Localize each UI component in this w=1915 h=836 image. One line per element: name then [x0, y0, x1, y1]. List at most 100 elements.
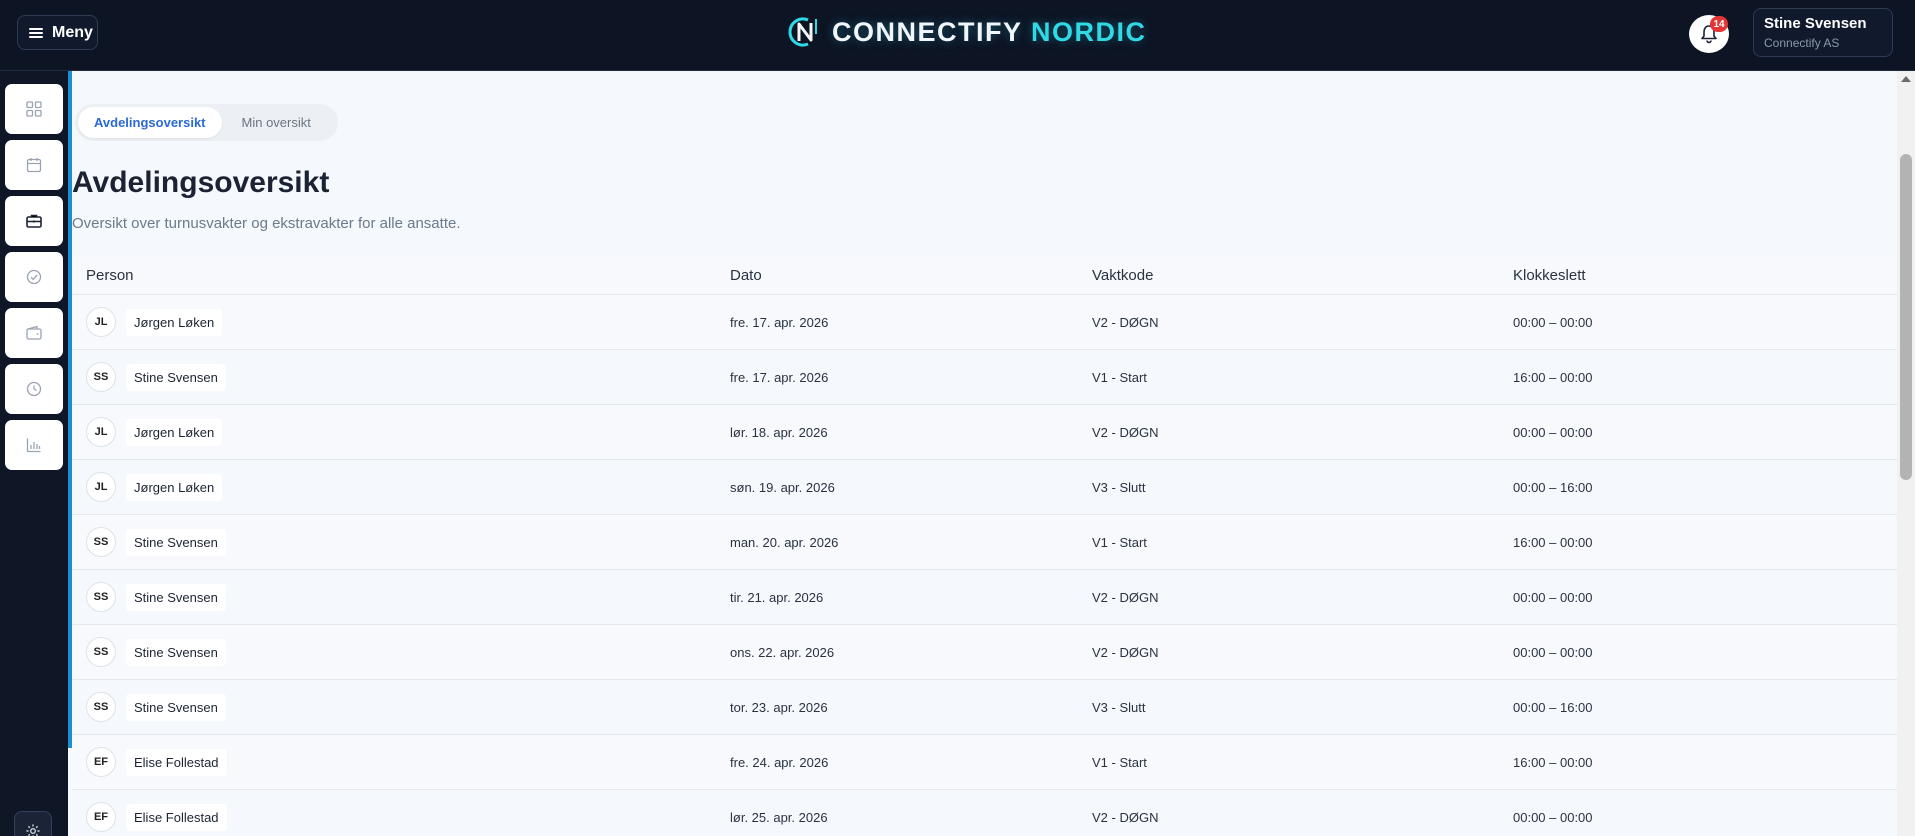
- shift-code-cell: V2 - DØGN: [1092, 589, 1159, 605]
- time-cell: 00:00 – 16:00: [1513, 699, 1593, 715]
- shift-code-cell: V3 - Slutt: [1092, 699, 1146, 715]
- shift-table: Person Dato Vaktkode Klokkeslett JL Jørge…: [72, 256, 1897, 836]
- date-cell: søn. 19. apr. 2026: [730, 479, 835, 495]
- date-cell: ons. 22. apr. 2026: [730, 644, 835, 660]
- avatar: JL: [86, 472, 116, 502]
- person-name[interactable]: Elise Follestad: [126, 748, 227, 776]
- header-date[interactable]: Dato: [730, 267, 1092, 284]
- menu-label: Meny: [52, 23, 93, 41]
- shift-code-cell: V2 - DØGN: [1092, 314, 1159, 330]
- top-bar: Meny CONNECTIFY NORDIC 14 Stine Svensen …: [0, 0, 1915, 71]
- sidebar-item-tasks[interactable]: [5, 252, 63, 302]
- time-cell: 00:00 – 00:00: [1513, 809, 1593, 825]
- person-cell: JL Jørgen Løken: [72, 307, 730, 337]
- bar-chart-icon: [26, 438, 41, 453]
- gear-icon: [26, 824, 40, 836]
- person-cell: EF Elise Follestad: [72, 747, 730, 777]
- table-row[interactable]: EF Elise Follestad fre. 24. apr. 2026 V1 - …: [72, 735, 1897, 790]
- avatar: SS: [86, 527, 116, 557]
- tab-my-overview[interactable]: Min oversikt: [226, 107, 327, 138]
- time-cell: 16:00 – 00:00: [1513, 534, 1593, 550]
- date-cell: fre. 24. apr. 2026: [730, 754, 829, 770]
- briefcase-icon: [26, 214, 42, 228]
- person-name[interactable]: Stine Svensen: [126, 583, 226, 611]
- shift-code-cell: V1 - Start: [1092, 754, 1147, 770]
- header-code[interactable]: Vaktkode: [1092, 267, 1513, 284]
- person-name[interactable]: Jørgen Løken: [126, 473, 223, 501]
- time-cell: 16:00 – 00:00: [1513, 754, 1593, 770]
- table-row[interactable]: SS Stine Svensen fre. 17. apr. 2026 V1 - St…: [72, 350, 1897, 405]
- header-person[interactable]: Person: [72, 267, 730, 284]
- main-content: Avdelingsoversikt Min oversikt Avdelings…: [68, 71, 1897, 836]
- brand-accent: NORDIC: [1031, 16, 1147, 47]
- avatar: SS: [86, 692, 116, 722]
- time-cell: 16:00 – 00:00: [1513, 369, 1593, 385]
- avatar: SS: [86, 582, 116, 612]
- avatar: SS: [86, 637, 116, 667]
- clock-icon: [26, 381, 42, 397]
- sidebar-item-reports[interactable]: [5, 420, 63, 470]
- user-menu[interactable]: Stine Svensen Connectify AS: [1753, 8, 1893, 57]
- brand-logo[interactable]: CONNECTIFY NORDIC: [786, 14, 1147, 50]
- scrollbar[interactable]: [1897, 71, 1915, 836]
- person-name[interactable]: Stine Svensen: [126, 693, 226, 721]
- person-name[interactable]: Stine Svensen: [126, 528, 226, 556]
- notifications-button[interactable]: 14: [1689, 15, 1729, 53]
- scroll-up-arrow-icon[interactable]: [1901, 76, 1911, 82]
- date-cell: lør. 18. apr. 2026: [730, 424, 828, 440]
- time-cell: 00:00 – 00:00: [1513, 314, 1593, 330]
- person-cell: SS Stine Svensen: [72, 362, 730, 392]
- sidebar: [0, 71, 68, 836]
- shift-code-cell: V2 - DØGN: [1092, 424, 1159, 440]
- table-row[interactable]: SS Stine Svensen tor. 23. apr. 2026 V3 - Sl…: [72, 680, 1897, 735]
- avatar: JL: [86, 417, 116, 447]
- table-row[interactable]: JL Jørgen Løken lør. 18. apr. 2026 V2 - DØG…: [72, 405, 1897, 460]
- date-cell: man. 20. apr. 2026: [730, 534, 839, 550]
- check-circle-icon: [26, 269, 42, 285]
- header-time[interactable]: Klokkeslett: [1513, 267, 1897, 284]
- person-cell: SS Stine Svensen: [72, 527, 730, 557]
- date-cell: lør. 25. apr. 2026: [730, 809, 828, 825]
- avatar: JL: [86, 307, 116, 337]
- person-name[interactable]: Jørgen Løken: [126, 308, 223, 336]
- time-cell: 00:00 – 00:00: [1513, 644, 1593, 660]
- date-cell: tor. 23. apr. 2026: [730, 699, 828, 715]
- shift-code-cell: V3 - Slutt: [1092, 479, 1146, 495]
- person-name[interactable]: Elise Follestad: [126, 803, 227, 831]
- date-cell: fre. 17. apr. 2026: [730, 369, 829, 385]
- table-body: JL Jørgen Løken fre. 17. apr. 2026 V2 - DØG…: [72, 295, 1897, 836]
- time-cell: 00:00 – 00:00: [1513, 424, 1593, 440]
- user-company: Connectify AS: [1764, 36, 1840, 50]
- settings-button[interactable]: [14, 811, 52, 836]
- table-row[interactable]: SS Stine Svensen man. 20. apr. 2026 V1 - St…: [72, 515, 1897, 570]
- sidebar-item-dashboard[interactable]: [5, 84, 63, 134]
- table-row[interactable]: SS Stine Svensen ons. 22. apr. 2026 V2 - DØ…: [72, 625, 1897, 680]
- calendar-icon: [26, 158, 42, 173]
- shift-code-cell: V2 - DØGN: [1092, 809, 1159, 825]
- person-name[interactable]: Jørgen Løken: [126, 418, 223, 446]
- sidebar-item-department[interactable]: [5, 196, 63, 246]
- menu-button[interactable]: Meny: [17, 15, 98, 50]
- connectify-logo-icon: [788, 17, 817, 47]
- user-name: Stine Svensen: [1764, 15, 1867, 32]
- table-row[interactable]: JL Jørgen Løken søn. 19. apr. 2026 V3 - Slu…: [72, 460, 1897, 515]
- table-row[interactable]: EF Elise Follestad lør. 25. apr. 2026 V2 - …: [72, 790, 1897, 836]
- table-header: Person Dato Vaktkode Klokkeslett: [72, 256, 1897, 295]
- sidebar-item-wallet[interactable]: [5, 308, 63, 358]
- shift-code-cell: V2 - DØGN: [1092, 644, 1159, 660]
- table-row[interactable]: SS Stine Svensen tir. 21. apr. 2026 V2 - DØ…: [72, 570, 1897, 625]
- person-name[interactable]: Stine Svensen: [126, 363, 226, 391]
- page-subtitle: Oversikt over turnusvakter og ekstravakt…: [72, 215, 461, 232]
- sidebar-item-calendar[interactable]: [5, 140, 63, 190]
- person-cell: JL Jørgen Løken: [72, 417, 730, 447]
- notification-badge: 14: [1710, 16, 1728, 32]
- wallet-icon: [26, 325, 42, 340]
- table-row[interactable]: JL Jørgen Løken fre. 17. apr. 2026 V2 - DØG…: [72, 295, 1897, 350]
- sidebar-item-time[interactable]: [5, 364, 63, 414]
- shift-code-cell: V1 - Start: [1092, 534, 1147, 550]
- person-name[interactable]: Stine Svensen: [126, 638, 226, 666]
- scroll-thumb[interactable]: [1900, 154, 1912, 480]
- tab-department-overview[interactable]: Avdelingsoversikt: [78, 107, 222, 138]
- page-title: Avdelingsoversikt: [72, 166, 330, 199]
- shift-code-cell: V1 - Start: [1092, 369, 1147, 385]
